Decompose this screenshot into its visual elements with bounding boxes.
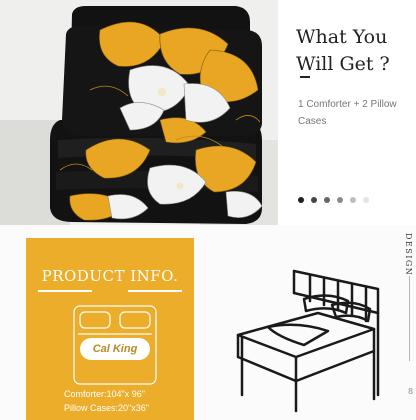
carousel-dot[interactable] bbox=[298, 197, 304, 203]
product-info-section: PRODUCT INFO. Cal King Comforter:104"x 9… bbox=[0, 225, 416, 420]
carousel-dot[interactable] bbox=[363, 197, 369, 203]
what-you-get-panel: What You Will Get ? 1 Comforter + 2 Pill… bbox=[278, 0, 416, 225]
package-contents: 1 Comforter + 2 Pillow Cases bbox=[298, 96, 414, 130]
carousel-dot[interactable] bbox=[324, 197, 330, 203]
title-underline bbox=[300, 76, 310, 78]
product-info-heading: PRODUCT INFO. bbox=[41, 267, 179, 285]
design-side-label: DESIGN bbox=[404, 233, 413, 277]
carousel-dot[interactable] bbox=[350, 197, 356, 203]
title-line-1: What You bbox=[296, 26, 388, 48]
bed-line-drawing bbox=[236, 269, 380, 413]
contents-line-2: Cases bbox=[298, 116, 327, 127]
what-you-get-title: What You Will Get ? bbox=[296, 24, 412, 78]
size-badge: Cal King bbox=[80, 338, 150, 360]
product-photo bbox=[0, 0, 278, 225]
heading-rule bbox=[128, 290, 182, 292]
pillow-case-dimensions: Pillow Cases:20"x36" bbox=[64, 403, 149, 413]
side-divider bbox=[409, 276, 410, 361]
page-number: 8 bbox=[408, 387, 414, 396]
contents-line-1: 1 Comforter + 2 Pillow bbox=[298, 99, 397, 110]
heading-rule bbox=[38, 290, 92, 292]
comforter-dimensions: Comforter:104"x 96" bbox=[64, 389, 145, 399]
title-line-2: Will Get ? bbox=[296, 53, 390, 75]
product-info-card: PRODUCT INFO. Cal King Comforter:104"x 9… bbox=[26, 238, 194, 420]
comforter-set-image bbox=[0, 0, 278, 225]
carousel-dot[interactable] bbox=[311, 197, 317, 203]
carousel-dot[interactable] bbox=[337, 197, 343, 203]
